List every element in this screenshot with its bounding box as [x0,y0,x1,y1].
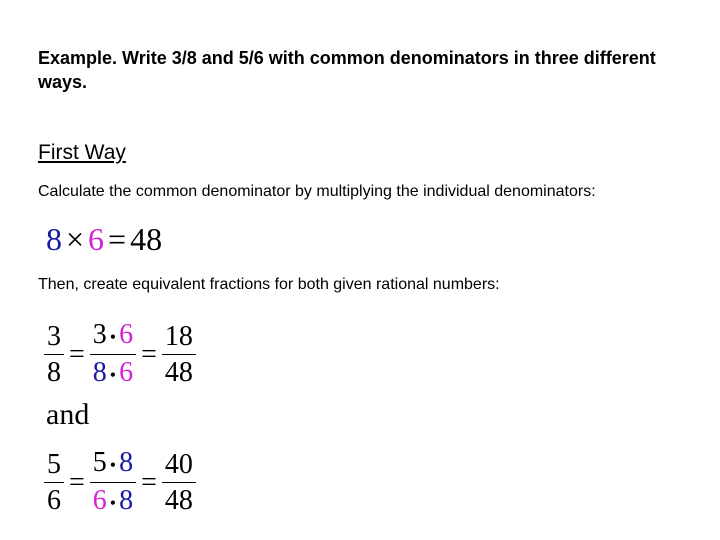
fraction-original: 5 6 [44,448,64,517]
numerator: 5 [47,448,61,480]
factor-8: 8 [46,221,62,257]
equals-symbol: = [141,466,157,498]
denominator: 8 [47,357,61,389]
numerator: 3 • 6 [92,319,134,350]
equivalent-fraction-5-6: 5 6 = 5 • 8 6 • 8 = 40 48 [44,448,196,518]
fraction-original: 3 8 [44,320,64,389]
connector-and: and [46,398,90,431]
step2-text: Then, create equivalent fractions for bo… [38,276,500,293]
fraction-result: 18 48 [161,320,196,389]
denominator: 8 • 6 [92,357,134,389]
times-symbol: × [66,221,85,257]
numerator: 18 [164,320,193,352]
equals-symbol: = [69,466,85,498]
equals-symbol: = [108,221,127,257]
example-title: Example. Write 3/8 and 5/6 with common d… [38,48,656,92]
denominator: 48 [164,357,193,389]
numerator: 5 • 8 [92,447,134,478]
section-heading: First Way [38,141,126,164]
product-result: 48 [130,221,163,257]
numerator: 40 [164,448,193,480]
fraction-multiplied: 5 • 8 6 • 8 [89,447,137,518]
denominator: 6 • 8 [92,485,134,517]
equivalent-fraction-3-8: 3 8 = 3 • 6 8 • 6 = 18 48 [44,320,196,390]
equals-symbol: = [69,338,85,370]
denominator: 6 [47,485,61,517]
fraction-result: 40 48 [161,448,196,517]
step1-text: Calculate the common denominator by mult… [38,183,596,200]
denominator: 48 [164,485,193,517]
numerator: 3 [47,320,61,352]
equals-symbol: = [141,338,157,370]
denominator-product-equation: 8 × 6 = 48 [46,220,162,258]
fraction-multiplied: 3 • 6 8 • 6 [89,319,137,390]
factor-6: 6 [88,221,105,257]
